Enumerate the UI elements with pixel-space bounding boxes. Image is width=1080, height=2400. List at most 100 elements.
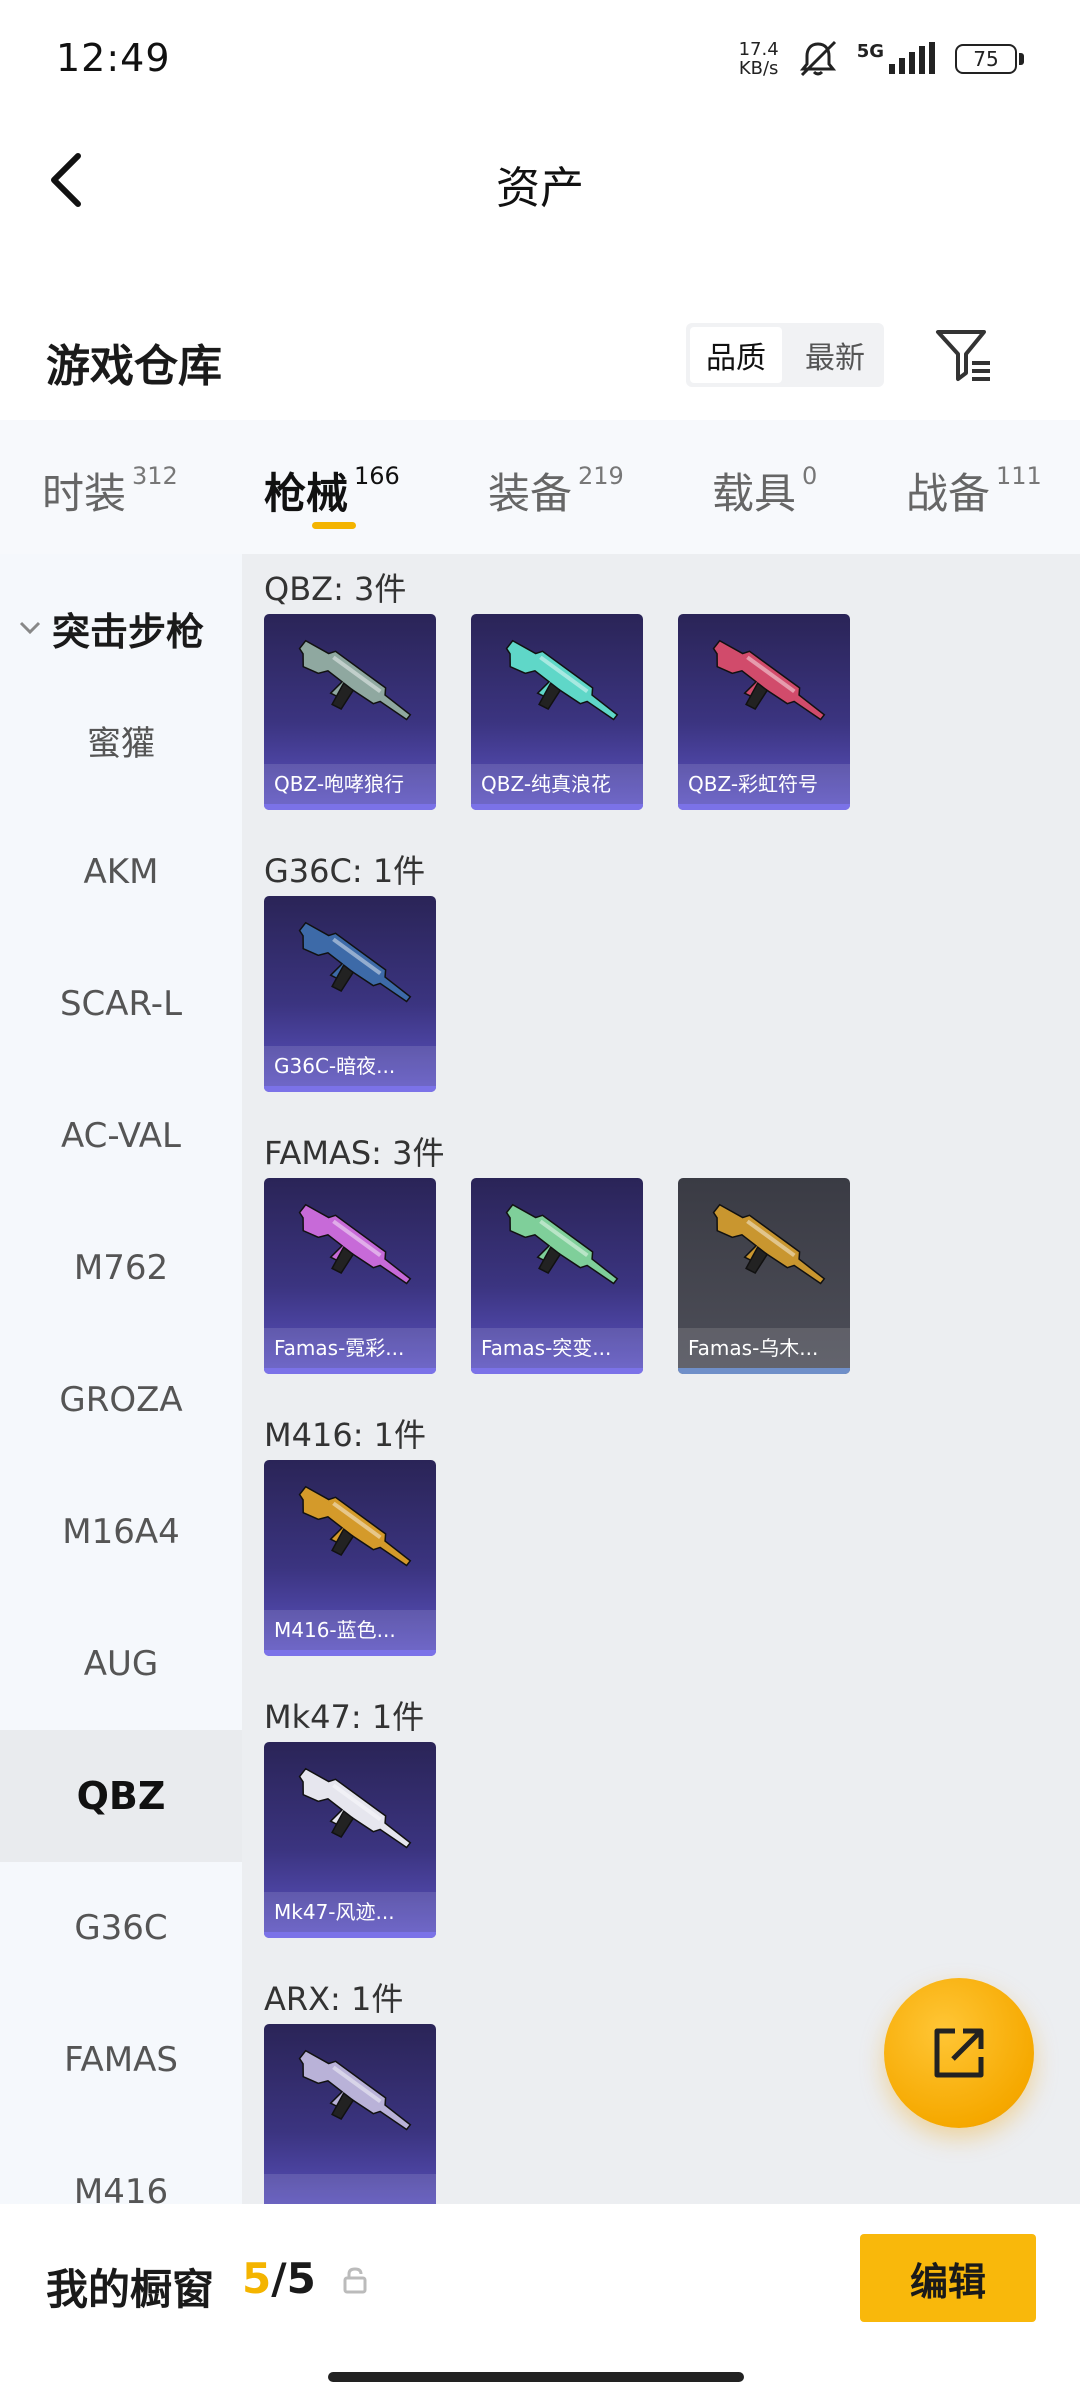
- tab-label: 枪械: [264, 469, 349, 518]
- sidebar-item-m416[interactable]: M416: [0, 2126, 242, 2204]
- sort-option-quality[interactable]: 品质: [690, 327, 782, 383]
- rifle-icon: [298, 639, 412, 721]
- sort-toggle: 品质 最新: [686, 323, 884, 387]
- skin-name: G36C-暗夜...: [264, 1046, 436, 1086]
- sidebar-item-m762[interactable]: M762: [0, 1202, 242, 1334]
- chevron-down-icon: [19, 621, 41, 635]
- skin-name: Mk47-风迹...: [264, 1892, 436, 1932]
- sidebar-item-ac-val[interactable]: AC-VAL: [0, 1070, 242, 1202]
- signal-icon: [889, 42, 935, 74]
- skin-card[interactable]: G36C-暗夜...: [264, 896, 436, 1092]
- tab-count: 219: [578, 462, 624, 490]
- skin-name: Famas-霓彩...: [264, 1328, 436, 1368]
- tab-vehicles[interactable]: 载具 0: [712, 460, 817, 521]
- skin-card[interactable]: QBZ-咆哮狼行: [264, 614, 436, 810]
- skin-card[interactable]: Famas-乌木...: [678, 1178, 850, 1374]
- group-title: QBZ: 3件: [264, 570, 407, 608]
- net-speed-value: 17.4: [738, 39, 779, 60]
- skin-name: QBZ-咆哮狼行: [264, 764, 436, 804]
- network-type: 5G: [856, 41, 884, 62]
- tab-count: 166: [354, 462, 400, 490]
- page-title: 资产: [496, 163, 584, 214]
- rifle-icon: [298, 1767, 412, 1849]
- battery-icon: 75: [955, 44, 1024, 74]
- sidebar-item-famas[interactable]: FAMAS: [0, 1994, 242, 2126]
- tab-gear[interactable]: 战备 111: [906, 460, 1042, 521]
- sidebar-item-aug[interactable]: AUG: [0, 1598, 242, 1730]
- group-title: FAMAS: 3件: [264, 1134, 445, 1172]
- header: 资产: [0, 120, 1080, 240]
- group-title: Mk47: 1件: [264, 1698, 425, 1736]
- tab-equipment[interactable]: 装备 219: [488, 460, 624, 521]
- tab-label: 时装: [42, 469, 127, 518]
- net-speed: 17.4 KB/s: [739, 40, 779, 78]
- skin-name: Famas-乌木...: [678, 1328, 850, 1368]
- rifle-icon: [298, 1485, 412, 1567]
- showcase-max: 5: [286, 2254, 316, 2303]
- skin-name: QBZ-纯真浪花: [471, 764, 643, 804]
- skin-card[interactable]: Famas-突变...: [471, 1178, 643, 1374]
- skin-name: QBZ-彩虹符号: [678, 764, 850, 804]
- filter-icon: [936, 330, 990, 381]
- showcase-count: 5/5: [242, 2254, 316, 2303]
- mute-icon: [799, 40, 836, 77]
- status-icons: 17.4 KB/s 5G 75: [739, 34, 1024, 84]
- share-icon: [934, 2028, 984, 2078]
- skin-card[interactable]: QBZ-彩虹符号: [678, 614, 850, 810]
- sort-option-newest[interactable]: 最新: [786, 323, 884, 387]
- signal-group: 5G: [857, 42, 937, 76]
- rifle-icon: [505, 639, 619, 721]
- skin-card[interactable]: QBZ-纯真浪花: [471, 614, 643, 810]
- sidebar-item-蜜獾[interactable]: 蜜獾: [0, 674, 242, 806]
- skin-card[interactable]: M416-蓝色...: [264, 1460, 436, 1656]
- rifle-icon: [505, 1203, 619, 1285]
- sidebar-group-label: 突击步枪: [52, 609, 205, 654]
- skin-name: M416-蓝色...: [264, 1610, 436, 1650]
- sidebar-item-groza[interactable]: GROZA: [0, 1334, 242, 1466]
- warehouse-title: 游戏仓库: [46, 341, 222, 392]
- rifle-icon: [298, 921, 412, 1003]
- home-indicator[interactable]: [328, 2372, 744, 2382]
- showcase-separator: /: [271, 2254, 287, 2303]
- inventory-grid: QBZ: 3件 QBZ-咆哮狼行 QBZ-纯真浪花 QBZ-彩虹符号 G36C: 1件 G…: [242, 554, 1080, 2204]
- group-title: ARX: 1件: [264, 1980, 404, 2018]
- group-title: G36C: 1件: [264, 852, 426, 890]
- showcase-current: 5: [242, 2254, 272, 2303]
- skin-name: [264, 2174, 436, 2204]
- rifle-icon: [712, 639, 826, 721]
- tab-label: 载具: [712, 469, 797, 518]
- skin-name: Famas-突变...: [471, 1328, 643, 1368]
- skin-card[interactable]: Famas-霓彩...: [264, 1178, 436, 1374]
- sidebar-item-g36c[interactable]: G36C: [0, 1862, 242, 1994]
- sidebar-item-m16a4[interactable]: M16A4: [0, 1466, 242, 1598]
- tab-fashion[interactable]: 时装 312: [42, 460, 178, 521]
- share-button[interactable]: [884, 1978, 1034, 2128]
- group-title: M416: 1件: [264, 1416, 427, 1454]
- rifle-icon: [712, 1203, 826, 1285]
- sidebar-item-qbz[interactable]: QBZ: [0, 1730, 242, 1862]
- bottom-bar: 我的橱窗 5/5 编辑: [0, 2204, 1080, 2400]
- showcase-label: 我的橱窗: [46, 2265, 215, 2314]
- tab-label: 装备: [488, 469, 573, 518]
- tab-count: 111: [996, 462, 1042, 490]
- filter-button[interactable]: [932, 324, 996, 388]
- status-bar: 12:49 17.4 KB/s 5G 75: [0, 0, 1080, 120]
- status-time: 12:49: [56, 36, 171, 80]
- tab-label: 战备: [906, 469, 991, 518]
- edit-button[interactable]: 编辑: [860, 2234, 1036, 2322]
- skin-card[interactable]: Mk47-风迹...: [264, 1742, 436, 1938]
- category-tabs: 时装 312 枪械 166 装备 219 载具 0 战备 111: [0, 420, 1080, 554]
- weapon-type-sidebar: 突击步枪 蜜獾 AKM SCAR-L AC-VAL M762 GROZA M16A4 AUG Q…: [0, 554, 242, 2204]
- lock-icon: [343, 2267, 367, 2294]
- net-speed-unit: KB/s: [738, 58, 779, 79]
- tab-count: 0: [802, 462, 818, 490]
- active-tab-indicator: [312, 522, 356, 529]
- tab-guns[interactable]: 枪械 166: [264, 460, 400, 521]
- sidebar-item-scar-l[interactable]: SCAR-L: [0, 938, 242, 1070]
- rifle-icon: [298, 2049, 412, 2131]
- sidebar-item-akm[interactable]: AKM: [0, 806, 242, 938]
- skin-card[interactable]: [264, 2024, 436, 2204]
- rifle-icon: [298, 1203, 412, 1285]
- sidebar-group-assault-rifles[interactable]: 突击步枪: [0, 598, 242, 658]
- tab-count: 312: [132, 462, 178, 490]
